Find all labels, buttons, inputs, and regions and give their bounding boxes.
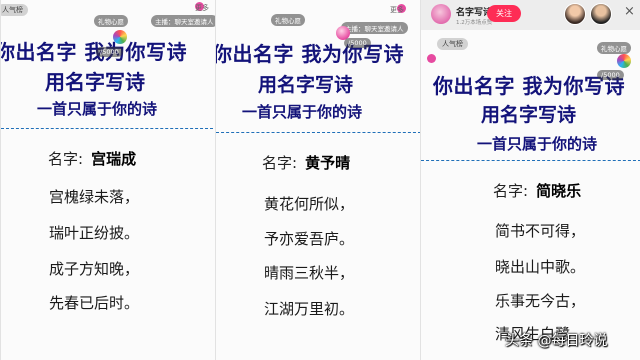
host-label: 主播：聊天室邀请人 [151,15,215,27]
heart-icon [427,54,436,63]
poem-line: 晓出山中歌。 [495,258,586,276]
name-value: 黄予晴 [305,154,351,172]
name-row: 名字: 简晓乐 [493,180,581,201]
poem-card-3: 名字写诗 1.2万本场点赞 人气榜 你出名字 我为你写诗 用名字写诗 一首只属于… [420,0,640,360]
card-tagline: 一首只属于你的诗 [37,100,158,118]
name-value: 简晓乐 [536,182,582,200]
card-tagline: 一首只属于你的诗 [242,103,363,121]
poem-line: 成子方知晚， [49,260,140,278]
card-divider [1,128,213,129]
name-label: 名字: [493,182,529,200]
gift-progress-count: /5000 [344,38,371,48]
poem-line: 黄花何所似， [264,195,355,213]
name-row: 名字: 黄予晴 [262,152,350,173]
poem-line: 先春已后时。 [49,294,140,312]
stream-subtitle: 1.2万本场点赞 [456,20,493,26]
name-value: 宫瑞成 [91,150,137,168]
card-tagline: 一首只属于你的诗 [477,135,598,153]
gift-progress-count: /5000 [597,70,624,80]
host-label: 主播：聊天室邀请人 [341,22,408,34]
poem-line: 乐事无今古， [495,292,586,310]
gift-icon[interactable] [113,30,127,44]
gift-icon[interactable] [617,54,631,68]
poem-line: 江湖万里初。 [264,300,355,318]
poem-line: 瑞叶正纷披。 [49,224,140,242]
close-icon[interactable]: × [624,5,635,18]
watermark: 头条 @每日玲说 [505,333,608,349]
card-subheading: 用名字写诗 [481,104,577,126]
gift-progress-count: /5000 [96,47,123,57]
gift-wish-label: 礼物心愿 [94,15,128,27]
viewer-avatar[interactable] [590,3,612,25]
poem-card-1: 你出名字 我为你写诗 用名字写诗 一首只属于你的诗 名字: 宫瑞成 宫槐绿未落， … [0,0,215,360]
popularity-pill[interactable]: 人气榜 [1,4,28,16]
card-subheading: 用名字写诗 [45,70,145,94]
name-row: 名字: 宫瑞成 [48,148,136,169]
card-divider [421,160,640,161]
name-label: 名字: [262,154,298,172]
more-label[interactable]: 更多 [191,2,213,14]
name-label: 名字: [48,150,84,168]
follow-button[interactable]: 关注 [487,5,521,22]
poem-line: 宫槐绿未落， [49,188,140,206]
gift-wish-label: 礼物心愿 [271,14,305,26]
poem-line: 予亦爱吾庐。 [264,230,355,248]
poem-card-2: 你出名字 我为你写诗 用名字写诗 一首只属于你的诗 名字: 黄予晴 黄花何所似， … [215,0,420,360]
poem-line: 简书不可得， [495,222,586,240]
avatar[interactable] [431,4,451,24]
poem-line: 晴雨三秋半， [264,264,355,282]
card-heading: 你出名字 我为你写诗 [215,42,404,66]
viewer-avatar[interactable] [564,3,586,25]
card-subheading: 用名字写诗 [258,74,354,96]
card-heading: 你出名字 我为你写诗 [0,40,187,64]
gift-wish-label: 礼物心愿 [597,42,631,54]
card-divider [216,132,420,133]
popularity-pill[interactable]: 人气榜 [437,38,468,50]
more-label[interactable]: 更多 [386,4,408,16]
